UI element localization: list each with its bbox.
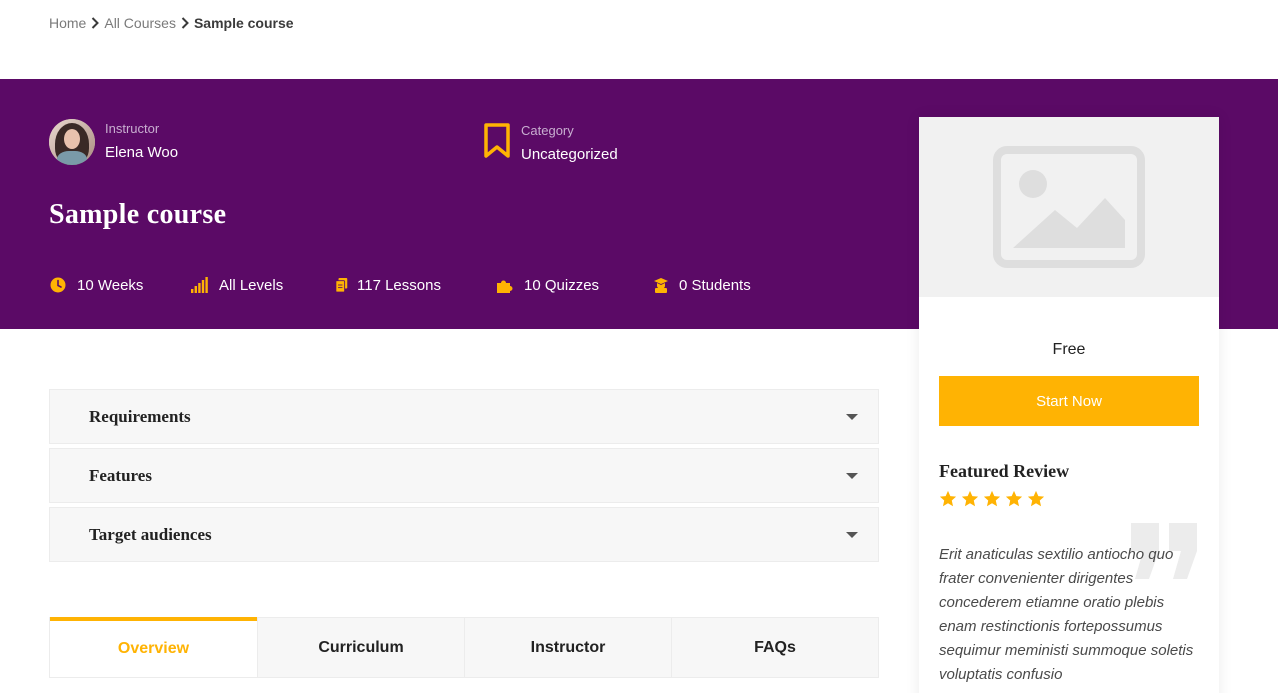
stat-lessons: 117 Lessons — [335, 275, 441, 295]
course-price: Free — [1052, 341, 1086, 358]
start-now-button[interactable]: Start Now — [939, 376, 1199, 426]
page-title: Sample course — [49, 199, 227, 230]
star-icon — [961, 490, 979, 507]
stat-students-text: 0 Students — [679, 276, 751, 294]
signal-bars-icon — [191, 277, 208, 293]
review-rating — [939, 490, 1049, 508]
breadcrumb: Home All Courses Sample course — [49, 14, 294, 32]
accordion-requirements[interactable]: Requirements — [49, 389, 879, 444]
tab-faqs[interactable]: FAQs — [671, 617, 878, 677]
tab-curriculum[interactable]: Curriculum — [257, 617, 464, 677]
files-icon — [335, 278, 348, 293]
caret-down-icon — [846, 531, 858, 538]
breadcrumb-all-courses[interactable]: All Courses — [104, 15, 176, 31]
tab-instructor[interactable]: Instructor — [464, 617, 671, 677]
category-label: Category — [521, 123, 574, 138]
graduate-icon — [654, 278, 668, 293]
instructor-label: Instructor — [105, 121, 160, 136]
breadcrumb-current: Sample course — [193, 15, 294, 31]
star-icon — [939, 490, 957, 507]
stat-level: All Levels — [191, 275, 283, 295]
caret-down-icon — [846, 472, 858, 479]
image-placeholder-icon — [993, 146, 1145, 268]
caret-down-icon — [846, 413, 858, 420]
chevron-right-icon — [90, 16, 100, 30]
accordion-title: Requirements — [89, 406, 191, 426]
course-sidebar-card: Free Start Now Featured Review Erit anat… — [919, 117, 1219, 693]
accordion-target-audiences[interactable]: Target audiences — [49, 507, 879, 562]
clock-icon — [50, 277, 66, 293]
bookmark-icon — [484, 123, 510, 158]
course-tabs: Overview Curriculum Instructor FAQs — [49, 617, 879, 678]
puzzle-icon — [497, 280, 513, 293]
stat-lessons-text: 117 Lessons — [357, 276, 441, 294]
stat-quizzes-text: 10 Quizzes — [524, 276, 600, 294]
instructor-info[interactable]: Instructor Elena Woo — [49, 119, 178, 165]
tab-overview[interactable]: Overview — [50, 617, 257, 677]
breadcrumb-home[interactable]: Home — [49, 15, 86, 31]
star-icon — [983, 490, 1001, 507]
chevron-right-icon — [180, 16, 190, 30]
category-info: Category Uncategorized — [483, 123, 618, 165]
instructor-name[interactable]: Elena Woo — [105, 143, 178, 163]
stat-level-text: All Levels — [219, 276, 284, 294]
featured-review-title: Featured Review — [939, 461, 1070, 481]
accordion-title: Target audiences — [89, 524, 212, 544]
star-icon — [1005, 490, 1023, 507]
course-thumbnail — [919, 117, 1219, 297]
accordion-features[interactable]: Features — [49, 448, 879, 503]
stat-duration: 10 Weeks — [49, 275, 143, 295]
stat-quizzes: 10 Quizzes — [496, 275, 599, 295]
avatar[interactable] — [49, 119, 95, 165]
accordion-title: Features — [89, 465, 152, 485]
category-value[interactable]: Uncategorized — [521, 145, 618, 165]
star-icon — [1027, 490, 1045, 507]
stat-duration-text: 10 Weeks — [77, 276, 144, 294]
review-text: Erit anaticulas sextilio antiocho quo fr… — [939, 546, 1194, 683]
stat-students: 0 Students — [653, 275, 751, 295]
